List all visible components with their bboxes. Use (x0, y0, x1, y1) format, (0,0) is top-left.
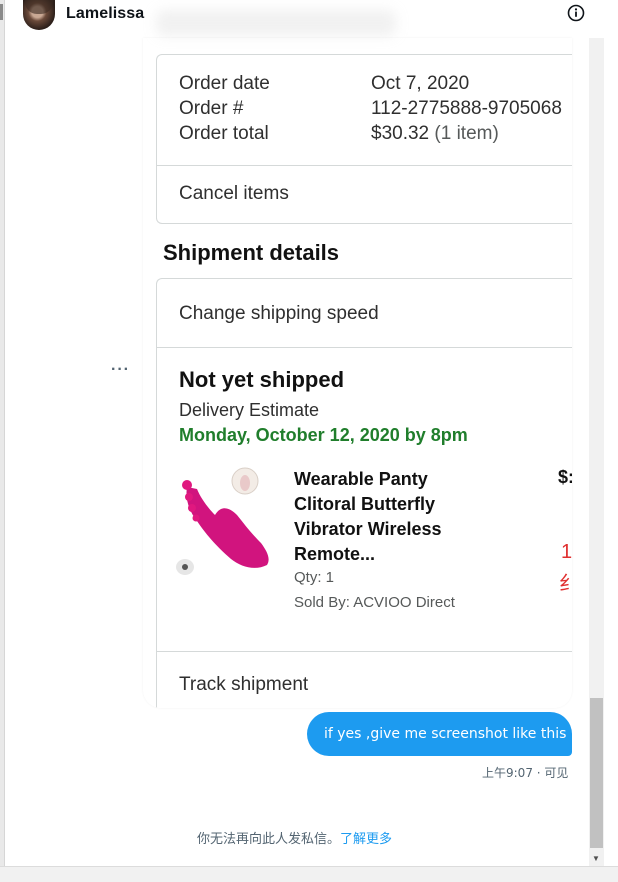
order-number-label: Order # (179, 98, 244, 119)
track-shipment-link: Track shipment (179, 674, 309, 695)
dm-disabled-notice: 你无法再向此人发私信。了解更多 (197, 828, 392, 847)
info-icon[interactable] (567, 4, 585, 22)
cropped-red-text: 1 (561, 541, 572, 563)
order-total-items: (1 item) (434, 123, 499, 144)
divider (157, 347, 572, 348)
blurred-region (156, 10, 396, 36)
order-number-value: 112-2775888-9705068 (371, 98, 562, 119)
window-edge-mark (0, 4, 3, 20)
scrollbar-thumb[interactable] (590, 698, 603, 848)
avatar-hair (25, 0, 53, 14)
divider (157, 165, 572, 166)
scroll-down-arrow-icon[interactable]: ▼ (592, 854, 600, 863)
message-timestamp: 上午9:07 · 可见 (482, 766, 569, 780)
conversation-user-name[interactable]: Lamelissa (66, 5, 144, 23)
cropped-red-text: 纟 (559, 573, 572, 595)
order-date-label: Order date (179, 73, 270, 94)
product-title-line: Clitoral Butterfly (294, 494, 436, 514)
order-total-amount: $30.32 (371, 123, 430, 144)
shipment-status: Not yet shipped (179, 367, 345, 392)
more-options-icon[interactable]: ··· (111, 361, 130, 379)
product-price-cut: $: (558, 467, 572, 487)
shipment-box: Change shipping speed Not yet shipped De… (156, 278, 572, 708)
product-sold-by: Sold By: ACVIOO Direct (294, 594, 455, 611)
order-screenshot-content: Order date Oct 7, 2020 Order # 112-27758… (143, 38, 572, 708)
product-title-line: Vibrator Wireless (294, 519, 442, 539)
order-date-value: Oct 7, 2020 (371, 73, 470, 94)
shipment-details-title: Shipment details (163, 240, 340, 265)
delivery-estimate-label: Delivery Estimate (179, 400, 320, 420)
order-total-value: $30.32 (1 item) (371, 123, 499, 145)
sent-message-bubble[interactable]: if yes ,give me screenshot like this (307, 712, 572, 756)
order-total-label: Order total (179, 123, 269, 144)
product-title: Wearable Panty Clitoral Butterfly Vibrat… (294, 467, 484, 567)
window-bottom-edge (0, 866, 618, 882)
dm-disabled-text: 你无法再向此人发私信。 (197, 832, 341, 847)
product-title-line: Wearable Panty (294, 469, 428, 489)
window-left-edge (0, 0, 5, 882)
divider (157, 651, 572, 652)
product-qty: Qty: 1 (294, 569, 335, 586)
conversation-header: Lamelissa (6, 0, 604, 36)
product-image (176, 467, 269, 575)
product-title-line: Remote... (294, 544, 376, 564)
avatar[interactable] (23, 0, 55, 30)
delivery-date: Monday, October 12, 2020 by 8pm (179, 425, 468, 445)
order-summary-box: Order date Oct 7, 2020 Order # 112-27758… (156, 54, 572, 224)
change-shipping-speed: Change shipping speed (179, 303, 379, 324)
scrollbar[interactable]: ▼ (589, 38, 604, 866)
attached-screenshot[interactable]: Order date Oct 7, 2020 Order # 112-27758… (143, 38, 572, 708)
learn-more-link[interactable]: 了解更多 (340, 832, 392, 847)
cancel-items-link: Cancel items (179, 183, 289, 204)
